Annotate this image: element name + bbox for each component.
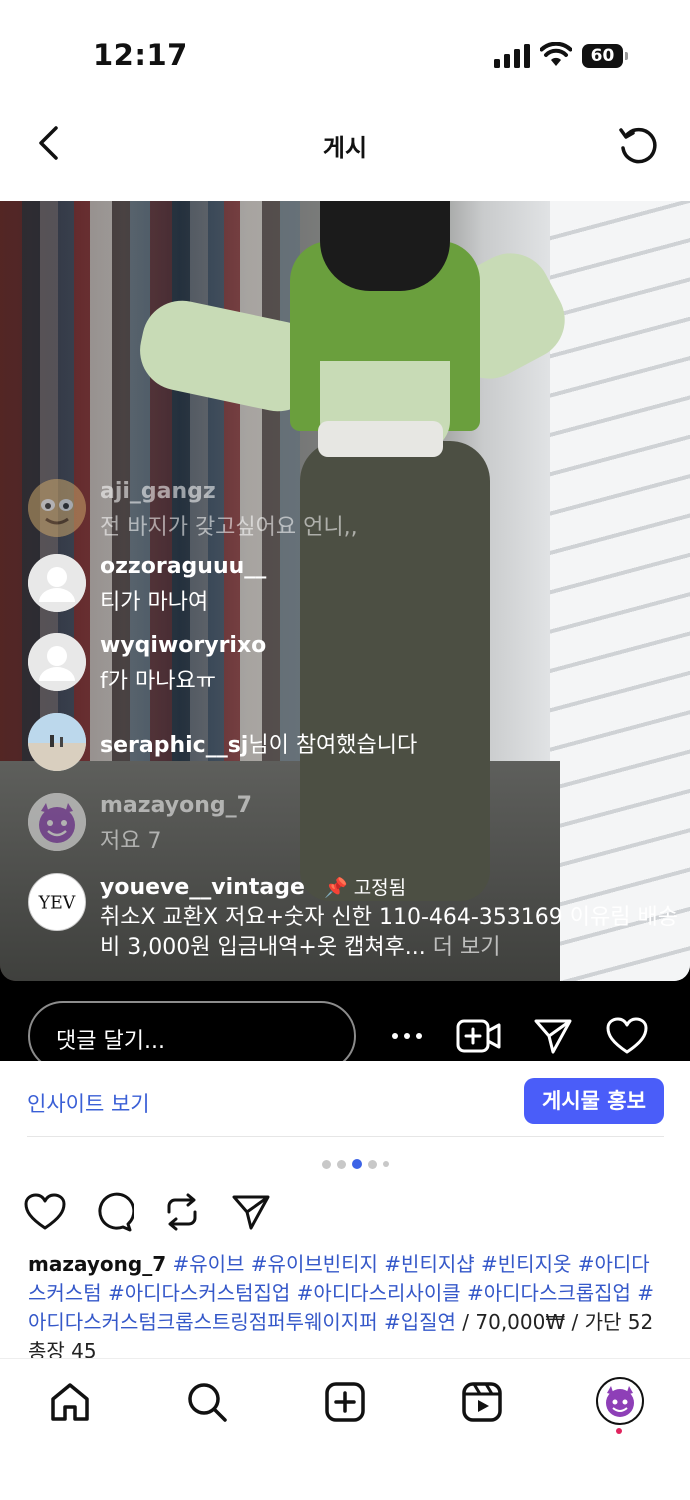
add-video-button[interactable] xyxy=(456,1014,502,1058)
avatar[interactable] xyxy=(28,713,86,771)
cartoon-avatar-icon xyxy=(28,479,86,537)
comment-button[interactable] xyxy=(92,1190,136,1234)
pinned-text: 취소X 교환X 저요+숫자 신한 110-464-353169 이유림 배송비 … xyxy=(100,905,678,960)
view-insights-link[interactable]: 인사이트 보기 xyxy=(27,1088,150,1118)
avatar[interactable] xyxy=(28,793,86,851)
live-video[interactable]: aji_gangz 전 바지가 갖고싶어요 언니,, ozzoraguuu__ … xyxy=(0,201,690,1061)
avatar[interactable] xyxy=(28,554,86,612)
default-avatar-icon xyxy=(28,554,86,612)
join-username[interactable]: seraphic__sj xyxy=(100,733,248,758)
comment-username[interactable]: mazayong_7 xyxy=(100,793,252,818)
live-comment: aji_gangz 전 바지가 갖고싶어요 언니,, xyxy=(28,479,668,540)
carousel-dot-active xyxy=(352,1159,362,1169)
like-button[interactable] xyxy=(23,1190,67,1234)
comment-text: 저요 7 xyxy=(100,829,162,854)
tab-profile[interactable] xyxy=(596,1377,644,1425)
heart-icon xyxy=(24,1193,66,1230)
repost-icon xyxy=(167,1193,197,1231)
wifi-icon xyxy=(540,42,572,66)
repost-button[interactable] xyxy=(160,1190,204,1234)
comment-username[interactable]: aji_gangz xyxy=(100,479,216,504)
pinned-comment: YEV youeve__vintage 📌 고정됨 취소X 교환X 저요+숫자 … xyxy=(28,873,678,963)
carousel-dot xyxy=(337,1159,346,1169)
carousel-dot xyxy=(383,1161,389,1167)
tab-create[interactable] xyxy=(322,1379,368,1425)
notification-dot xyxy=(616,1428,622,1434)
carousel-dot xyxy=(368,1159,377,1169)
comment-username[interactable]: ozzoraguuu__ xyxy=(100,554,266,579)
more-dots-icon xyxy=(392,1033,422,1039)
cellular-signal-icon xyxy=(494,44,530,68)
pin-icon: 📌 xyxy=(323,877,348,899)
pin-label: 고정됨 xyxy=(353,877,407,899)
brand-logo-avatar: YEV xyxy=(29,874,85,930)
default-avatar-icon xyxy=(28,633,86,691)
reels-icon xyxy=(462,1382,502,1422)
comment-text: f가 마나요ㅠ xyxy=(100,669,216,694)
refresh-icon xyxy=(619,127,657,164)
heart-icon xyxy=(606,1017,648,1054)
comment-username[interactable]: wyqiworyrixo xyxy=(100,633,266,658)
more-options-button[interactable] xyxy=(384,1014,430,1058)
status-bar: 12:17 60 xyxy=(0,0,690,100)
page-title: 게시 xyxy=(322,134,368,162)
svg-text:YEV: YEV xyxy=(38,894,76,914)
post-header: 게시 xyxy=(0,110,690,180)
search-icon xyxy=(188,1383,227,1422)
promote-post-button[interactable]: 게시물 홍보 xyxy=(524,1078,664,1124)
bottom-tab-bar xyxy=(0,1358,690,1500)
battery-icon: 60 xyxy=(582,44,628,68)
tab-reels[interactable] xyxy=(459,1379,505,1425)
share-button[interactable] xyxy=(530,1014,576,1058)
live-comment: mazayong_7 저요 7 xyxy=(28,793,668,854)
devil-emoji-avatar-icon xyxy=(28,793,86,851)
home-icon xyxy=(51,1383,89,1421)
carousel-indicator xyxy=(322,1158,389,1170)
add-post-icon xyxy=(325,1382,365,1422)
tab-home[interactable] xyxy=(47,1379,93,1425)
join-message: 님이 참여했습니다 xyxy=(248,733,418,758)
divider xyxy=(27,1136,664,1137)
pinned-username[interactable]: youeve__vintage xyxy=(100,875,305,900)
like-live-button[interactable] xyxy=(604,1014,650,1058)
refresh-button[interactable] xyxy=(612,120,664,170)
caption-username[interactable]: mazayong_7 xyxy=(28,1252,166,1276)
avatar xyxy=(28,479,86,537)
comment-input[interactable]: 댓글 달기... xyxy=(28,1001,356,1061)
live-comment: wyqiworyrixo f가 마나요ㅠ xyxy=(28,633,668,694)
status-time: 12:17 xyxy=(93,38,188,72)
see-more-link[interactable]: 더 보기 xyxy=(433,935,501,960)
join-notice: seraphic__sj님이 참여했습니다 xyxy=(28,713,668,773)
video-add-icon xyxy=(456,1019,501,1053)
post-caption: mazayong_7 #유이브 #유이브빈티지 #빈티지샵 #빈티지옷 #아디다… xyxy=(28,1250,662,1366)
send-button[interactable] xyxy=(229,1190,273,1234)
avatar[interactable] xyxy=(28,633,86,691)
comment-text: 티가 마나여 xyxy=(100,590,209,615)
send-icon xyxy=(232,1195,270,1230)
carousel-dot xyxy=(322,1159,331,1169)
devil-emoji-avatar-icon xyxy=(606,1386,634,1417)
comment-bubble-icon xyxy=(98,1192,134,1232)
send-icon xyxy=(534,1019,572,1054)
avatar[interactable]: YEV xyxy=(28,873,86,931)
comment-text: 전 바지가 갖고싶어요 언니,, xyxy=(100,515,358,540)
tab-search[interactable] xyxy=(184,1379,230,1425)
battery-level: 60 xyxy=(582,44,623,68)
live-comment: ozzoraguuu__ 티가 마나여 xyxy=(28,554,668,615)
beach-photo-avatar-icon xyxy=(28,713,86,771)
